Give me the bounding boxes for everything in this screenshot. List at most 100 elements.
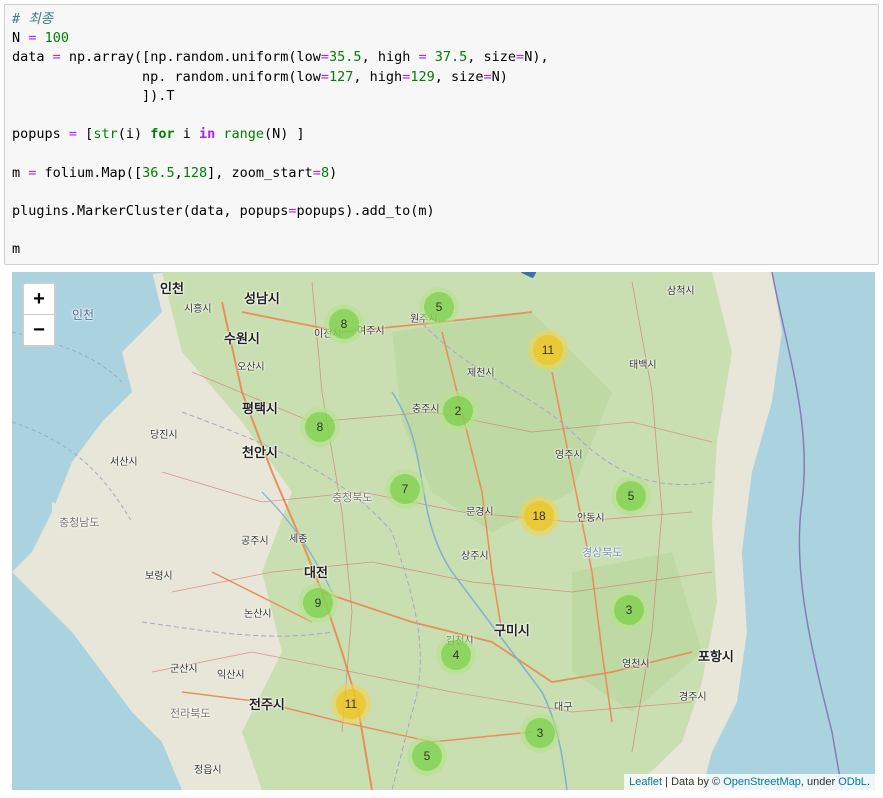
code-token: (i) [117, 126, 151, 143]
cluster-count: 5 [424, 292, 454, 322]
place-label: 전주시 [249, 698, 285, 713]
place-label: 대구 [554, 702, 573, 713]
place-label: 대전 [304, 566, 328, 581]
marker-cluster[interactable]: 5 [419, 287, 459, 327]
place-label: 성남시 [244, 292, 280, 307]
code-token: 128 [182, 164, 208, 181]
code-token: 129 [410, 68, 435, 85]
code-token: folium.Map([ [36, 164, 143, 181]
place-label: 시흥시 [184, 304, 212, 315]
code-token: in [199, 126, 216, 143]
cluster-count: 8 [305, 412, 335, 442]
cluster-count: 18 [524, 501, 554, 531]
marker-cluster[interactable]: 2 [438, 391, 478, 431]
marker-cluster[interactable]: 8 [300, 407, 340, 447]
code-token: 8 [320, 164, 330, 181]
place-label: 충주시 [412, 404, 440, 415]
code-token: 35.5 [329, 49, 362, 66]
marker-cluster[interactable]: 11 [331, 684, 371, 724]
attribution-text: | Data by © [662, 776, 724, 788]
place-label: 서산시 [110, 457, 138, 468]
marker-cluster[interactable]: 3 [609, 590, 649, 630]
cluster-count: 5 [412, 741, 442, 771]
zoom-out-button[interactable]: − [24, 315, 54, 345]
code-comment: # 최종 [12, 11, 54, 27]
code-token: m [12, 241, 21, 258]
marker-cluster[interactable]: 8 [324, 304, 364, 344]
marker-cluster[interactable]: 9 [298, 583, 338, 623]
attribution-text: , under [800, 776, 839, 788]
place-label: 천안시 [242, 446, 278, 461]
place-label: 영주시 [555, 450, 583, 461]
place-label: 논산시 [244, 609, 272, 620]
marker-cluster[interactable]: 5 [611, 476, 651, 516]
code-token: np.random.uniform [150, 49, 289, 66]
code-token: 127 [329, 68, 354, 85]
leaflet-map[interactable]: 인천 인천 성남시 시흥시 수원시 오산시 이천시 여주시 원주시 삼척시 태백… [12, 272, 875, 790]
place-label: 보령시 [145, 571, 173, 582]
code-token: np.array [68, 49, 134, 66]
leaflet-link[interactable]: Leaflet [629, 776, 662, 788]
place-label: 수원시 [224, 332, 260, 347]
marker-cluster[interactable]: 11 [528, 330, 568, 370]
cluster-count: 4 [441, 640, 471, 670]
map-basemap [12, 272, 875, 790]
place-label: 인천 [72, 308, 95, 322]
place-label: 익산시 [217, 670, 245, 681]
place-label: 경주시 [679, 692, 707, 703]
code-token: (N) ] [264, 126, 305, 143]
code-editor[interactable]: # 최종 N = 100 data = np.array([np.random.… [5, 5, 878, 260]
cluster-count: 2 [443, 396, 473, 426]
place-label: 포항시 [698, 650, 734, 665]
marker-cluster[interactable]: 5 [407, 736, 447, 776]
code-token: N [12, 30, 21, 47]
place-label: 군산시 [170, 664, 198, 675]
code-token: plugins.MarkerCluster(data, popups [12, 203, 289, 220]
cluster-count: 3 [525, 718, 555, 748]
place-label: 평택시 [242, 402, 278, 417]
code-token: ], zoom_start [207, 164, 313, 181]
place-label: 구미시 [494, 624, 530, 639]
code-token: str [93, 126, 118, 143]
cluster-count: 3 [614, 595, 644, 625]
place-label: 인천 [160, 282, 184, 297]
place-label: 오산시 [237, 362, 265, 373]
cluster-count: 11 [533, 335, 563, 365]
code-token: popups [12, 126, 69, 143]
code-token: np. random.uniform [142, 68, 289, 85]
code-token: 37.5 [434, 49, 468, 66]
place-label: 경상북도 [582, 546, 623, 559]
code-token: popups).add_to(m) [296, 203, 435, 220]
marker-cluster[interactable]: 4 [436, 635, 476, 675]
place-label: 전라북도 [170, 707, 211, 720]
code-token: m [12, 164, 29, 181]
code-token: range [223, 126, 265, 143]
marker-cluster[interactable]: 7 [385, 469, 425, 509]
cluster-count: 11 [336, 689, 366, 719]
marker-cluster[interactable]: 3 [520, 713, 560, 753]
place-label: 당진시 [150, 430, 178, 441]
place-label: 공주시 [241, 536, 269, 547]
code-token: 36.5 [142, 164, 175, 181]
zoom-control: + − [22, 282, 56, 347]
place-label: 충청북도 [332, 491, 373, 504]
cluster-count: 5 [616, 481, 646, 511]
code-token: ]).T [142, 87, 175, 104]
code-cell[interactable]: # 최종 N = 100 data = np.array([np.random.… [4, 4, 879, 265]
place-label: 삼척시 [667, 286, 695, 297]
place-label: 제천시 [467, 368, 495, 379]
place-label: 태백시 [629, 360, 657, 371]
place-label: 안동시 [577, 513, 605, 524]
place-label: 문경시 [466, 507, 494, 518]
place-label: 상주시 [461, 551, 489, 562]
place-label: 세종 [289, 534, 308, 545]
odbl-link[interactable]: ODbL [838, 776, 867, 788]
osm-link[interactable]: OpenStreetMap [723, 776, 801, 788]
zoom-in-button[interactable]: + [24, 284, 54, 315]
cluster-count: 9 [303, 588, 333, 618]
place-label: 영천시 [622, 659, 650, 670]
code-token: for [150, 126, 175, 143]
cluster-count: 7 [390, 474, 420, 504]
marker-cluster[interactable]: 18 [519, 496, 559, 536]
code-token: 100 [44, 30, 69, 47]
